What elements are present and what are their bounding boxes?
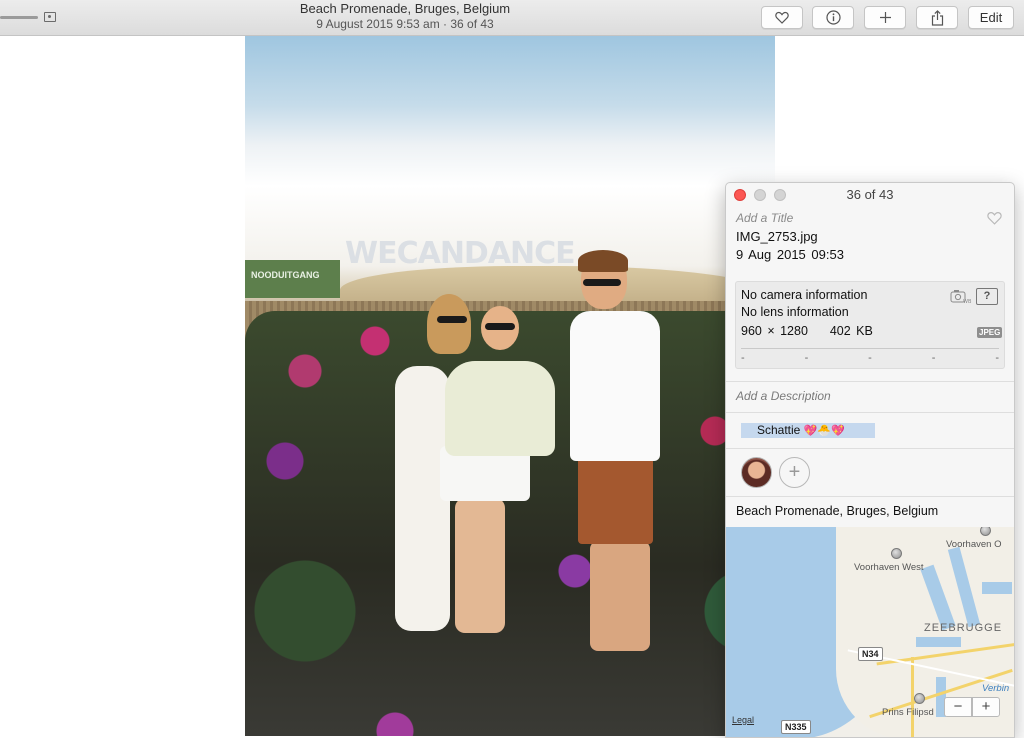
exif-value: - <box>741 352 745 364</box>
photo-size-icon <box>44 12 56 22</box>
face-avatar[interactable] <box>741 457 772 488</box>
add-face-button[interactable]: + <box>779 457 810 488</box>
person-middle-sunglasses <box>485 323 515 330</box>
road-shield-n335: N335 <box>781 720 811 734</box>
info-panel-titlebar[interactable]: 36 of 43 <box>726 183 1014 207</box>
person-middle-top <box>445 361 555 456</box>
keyword-emoji: 💖🐣💖 <box>803 425 845 437</box>
exif-row: - - - - - <box>741 352 999 364</box>
map-label: Voorhaven West <box>854 562 924 573</box>
divider <box>726 496 1014 497</box>
map-pin[interactable] <box>891 548 902 559</box>
help-button[interactable]: ? <box>976 288 998 305</box>
location-map[interactable]: Voorhaven West Voorhaven O ZEEBRUGGE Ver… <box>726 527 1014 737</box>
page-title: Beach Promenade, Bruges, Belgium <box>299 1 511 16</box>
person-right-legs <box>590 541 650 651</box>
map-zoom-in-button[interactable]: + <box>972 697 1000 717</box>
exif-value: - <box>995 352 999 364</box>
capture-date: 9 Aug 2015 09:53 <box>736 247 844 262</box>
map-label: ZEEBRUGGE <box>924 622 1003 634</box>
person-right-shorts <box>578 454 653 544</box>
info-panel: 36 of 43 Add a Title IMG_2753.jpg 9 Aug … <box>725 182 1015 738</box>
lens-info: No lens information <box>741 305 849 319</box>
add-to-button[interactable] <box>864 6 906 29</box>
file-size: 402 KB <box>829 324 873 338</box>
page-subtitle: 9 August 2015 9:53 am · 36 of 43 <box>316 17 494 31</box>
map-label: Prins Filipsd <box>882 707 934 718</box>
close-button[interactable] <box>734 189 746 201</box>
exif-value: - <box>868 352 872 364</box>
camera-info-box: No camera information No lens informatio… <box>735 281 1005 369</box>
info-button[interactable] <box>812 6 854 29</box>
dimensions-size: 960 × 1280 402 KB <box>741 324 873 338</box>
zoom-window-button[interactable] <box>774 189 786 201</box>
edit-button[interactable]: Edit <box>968 6 1014 29</box>
title-section: Add a Title IMG_2753.jpg 9 Aug 2015 09:5… <box>726 207 1014 277</box>
keyword-tag[interactable]: Schattie 💖🐣💖 <box>741 423 875 438</box>
location-label: Beach Promenade, Bruges, Belgium <box>736 504 939 518</box>
camera-divider <box>741 348 999 349</box>
add-description-field[interactable]: Add a Description <box>736 389 831 403</box>
photo-viewer[interactable]: WECANDANCE NOODUITGANG <box>245 36 775 736</box>
map-label: Verbin <box>982 683 1010 694</box>
photo-sign: WECANDANCE <box>345 236 576 271</box>
photo-exit-sign: NOODUITGANG <box>245 260 340 298</box>
filename: IMG_2753.jpg <box>736 229 818 244</box>
camera-info: No camera information <box>741 288 868 302</box>
minimize-button[interactable] <box>754 189 766 201</box>
zoom-slider[interactable] <box>0 16 38 19</box>
map-label: Voorhaven O <box>946 539 1002 550</box>
share-icon <box>931 9 944 26</box>
person-middle-legs <box>455 498 505 633</box>
heart-icon[interactable] <box>987 211 1002 230</box>
person-right-hair <box>578 250 628 272</box>
keyword-label: Schattie <box>757 423 801 437</box>
plus-icon <box>879 11 892 24</box>
exif-value: - <box>931 352 936 364</box>
info-icon <box>825 10 841 25</box>
title-block: Beach Promenade, Bruges, Belgium 9 Augus… <box>250 1 560 32</box>
map-zoom-out-button[interactable]: − <box>944 697 972 717</box>
toolbar: Beach Promenade, Bruges, Belgium 9 Augus… <box>0 0 1024 36</box>
share-button[interactable] <box>916 6 958 29</box>
map-dock <box>916 637 961 647</box>
heart-icon <box>775 11 789 24</box>
divider <box>726 412 1014 413</box>
road-shield-n34: N34 <box>858 647 883 661</box>
exif-value: - <box>804 352 809 364</box>
favorite-button[interactable] <box>761 6 803 29</box>
info-panel-title: 36 of 43 <box>846 187 894 202</box>
map-dock <box>982 582 1012 594</box>
svg-text:WB: WB <box>963 299 972 304</box>
person-left-hair <box>427 294 471 354</box>
person-right-shirt <box>570 311 660 461</box>
image-dimensions: 960 × 1280 <box>741 324 808 338</box>
person-right-sunglasses <box>583 279 621 286</box>
person-left-sunglasses <box>437 316 467 323</box>
map-pin[interactable] <box>914 693 925 704</box>
add-title-field[interactable]: Add a Title <box>736 211 793 225</box>
legal-link[interactable]: Legal <box>732 715 754 725</box>
white-balance-icon: WB <box>950 289 972 305</box>
format-badge: JPEG <box>977 327 1003 338</box>
divider <box>726 448 1014 449</box>
divider <box>726 381 1014 382</box>
